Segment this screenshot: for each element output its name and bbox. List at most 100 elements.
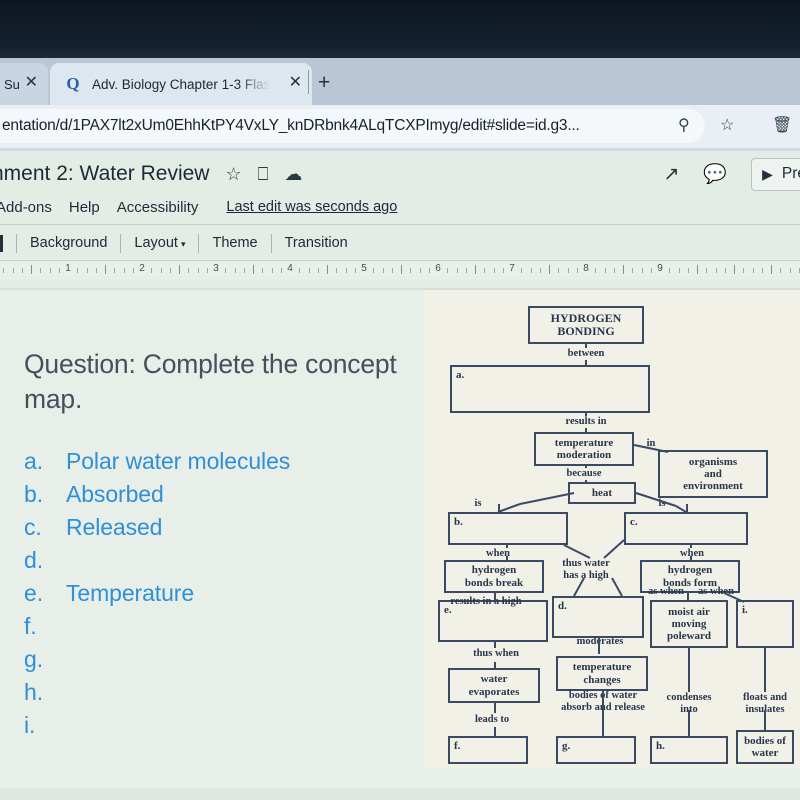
- ruler-minor-tick: [161, 268, 162, 273]
- toolbar-layout-label: Layout: [134, 235, 178, 251]
- answer-row: e. Temperature: [24, 580, 424, 613]
- ruler-number: 1: [65, 263, 71, 274]
- answer-list: a. Polar water molecules b. Absorbed c. Relea…: [24, 448, 424, 745]
- toolbar-separator: [16, 233, 17, 253]
- answer-key: c.: [24, 514, 42, 540]
- ruler-minor-tick: [188, 268, 189, 273]
- answer-value: Released: [66, 514, 163, 540]
- ruler-minor-tick: [22, 268, 23, 273]
- ruler-minor-tick: [716, 268, 717, 273]
- ruler-minor-tick: [50, 268, 51, 273]
- ruler-half-tick: [549, 265, 550, 274]
- menu-item-addons[interactable]: Add-ons: [0, 199, 52, 216]
- question-text: Question: Complete the concept map.: [24, 349, 397, 415]
- horizontal-ruler[interactable]: 1 2 3 4 5 6 7 8 9: [0, 262, 800, 279]
- ruler-minor-tick: [447, 268, 448, 273]
- ruler-minor-tick: [235, 268, 236, 273]
- ruler-minor-tick: [133, 268, 134, 273]
- ruler-number: 4: [287, 263, 293, 274]
- omnibox-row: entation/d/1PAX7lt2xUm0EhhKtPY4VxLY_knDR…: [0, 105, 800, 149]
- ruler-minor-tick: [420, 268, 421, 273]
- answer-row: a. Polar water molecules: [24, 448, 424, 481]
- answer-key: b.: [24, 481, 43, 507]
- close-icon[interactable]: ✕: [289, 75, 302, 91]
- answer-row: g.: [24, 646, 424, 679]
- ruler-minor-tick: [540, 268, 541, 273]
- ruler-minor-tick: [124, 268, 125, 273]
- ruler-minor-tick: [577, 268, 578, 273]
- answer-row: f.: [24, 613, 424, 646]
- ruler-minor-tick: [318, 268, 319, 273]
- toolbar-transition-button[interactable]: Transition: [285, 235, 348, 251]
- present-button[interactable]: ▶ Presen: [751, 157, 800, 191]
- ruler-minor-tick: [521, 268, 522, 273]
- concept-connector-line: [497, 503, 521, 513]
- below-slide-strip: [0, 788, 800, 800]
- ruler-minor-tick: [346, 268, 347, 273]
- ruler-number: 6: [435, 263, 441, 274]
- ruler-minor-tick: [225, 268, 226, 273]
- toolbar-background-button[interactable]: Background: [30, 235, 107, 251]
- page-title[interactable]: nment 2: Water Review: [0, 162, 209, 186]
- last-edit-status[interactable]: Last edit was seconds ago: [226, 199, 397, 215]
- ruler-minor-tick: [373, 268, 374, 273]
- ruler-minor-tick: [762, 268, 763, 273]
- ruler-minor-tick: [706, 268, 707, 273]
- answer-row: d.: [24, 547, 424, 580]
- ruler-minor-tick: [484, 268, 485, 273]
- trending-chart-icon[interactable]: ↗: [664, 163, 680, 186]
- answer-key: e.: [24, 580, 43, 606]
- ruler-minor-tick: [790, 268, 791, 273]
- quizlet-favicon-icon: Q: [66, 74, 80, 93]
- ruler-number: 8: [583, 263, 589, 274]
- ruler-minor-tick: [466, 268, 467, 273]
- ruler-minor-tick: [605, 268, 606, 273]
- browser-tab-partial[interactable]: Su ✕: [0, 63, 48, 105]
- browser-tab-active[interactable]: Q Adv. Biology Chapter 1-3 Flashca ✕: [50, 63, 312, 105]
- toolbar-theme-button[interactable]: Theme: [212, 235, 257, 251]
- toolbar-layout-button[interactable]: Layout ▾: [134, 235, 185, 251]
- ruler-minor-tick: [457, 268, 458, 273]
- ruler-minor-tick: [494, 268, 495, 273]
- move-to-drive-icon[interactable]: ⎕: [258, 164, 269, 185]
- concept-connector-line: [603, 539, 625, 559]
- star-icon[interactable]: ☆: [225, 164, 241, 185]
- browser-tab-partial-label: Su: [4, 76, 20, 92]
- ruler-minor-tick: [114, 268, 115, 273]
- concept-connector-line: [675, 505, 687, 513]
- cloud-status-icon[interactable]: ☁: [284, 164, 302, 185]
- ruler-minor-tick: [355, 268, 356, 273]
- slide-canvas[interactable]: Question: Complete the concept map. a. Po…: [0, 288, 800, 788]
- concept-diagonal-connectors: [497, 444, 745, 603]
- address-bar[interactable]: entation/d/1PAX7lt2xUm0EhhKtPY4VxLY_knDR…: [0, 109, 705, 143]
- bookmark-star-icon[interactable]: ☆: [720, 115, 734, 135]
- comment-icon[interactable]: 💬: [703, 162, 727, 186]
- screen-bezel: [0, 0, 800, 60]
- answer-value: Polar water molecules: [66, 448, 291, 474]
- ruler-minor-tick: [595, 268, 596, 273]
- close-icon[interactable]: ✕: [25, 75, 38, 91]
- ruler-number: 5: [361, 263, 367, 274]
- ruler-minor-tick: [299, 268, 300, 273]
- answer-key: a.: [24, 448, 43, 474]
- ruler-minor-tick: [780, 268, 781, 273]
- extension-icon[interactable]: 🗑: [772, 115, 792, 135]
- ruler-number: 9: [657, 263, 663, 274]
- ruler-minor-tick: [651, 268, 652, 273]
- ruler-minor-tick: [198, 268, 199, 273]
- new-tab-button[interactable]: +: [318, 72, 330, 93]
- ruler-minor-tick: [632, 268, 633, 273]
- ruler-minor-tick: [503, 268, 504, 273]
- zoom-search-icon[interactable]: ⚲: [678, 115, 690, 135]
- ruler-minor-tick: [59, 268, 60, 273]
- menu-item-help[interactable]: Help: [69, 199, 100, 216]
- ruler-number: 2: [139, 263, 145, 274]
- chrome-right-icons: ↗ 💬 ▶ Presen: [664, 154, 800, 194]
- ruler-half-tick: [697, 265, 698, 274]
- menu-bar: Add-ons Help Accessibility Last edit was…: [0, 191, 800, 223]
- menu-item-accessibility[interactable]: Accessibility: [117, 199, 199, 216]
- ruler-minor-tick: [77, 268, 78, 273]
- answer-row: h.: [24, 679, 424, 712]
- slides-toolbar: Background Layout ▾ Theme Transition: [0, 227, 800, 259]
- concept-map-diagram[interactable]: HYDROGEN BONDING a. temperature moderation…: [424, 290, 800, 768]
